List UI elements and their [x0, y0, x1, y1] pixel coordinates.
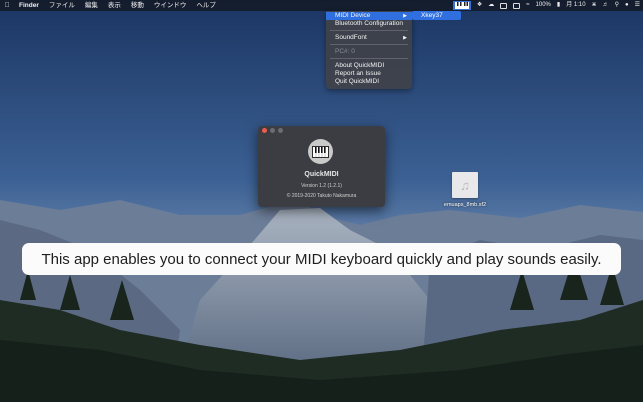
about-version: Version 1.2 (1.2.1)	[301, 183, 342, 189]
menu-item-about[interactable]: About QuickMIDI	[326, 62, 412, 70]
music-note-icon: ♫	[452, 172, 478, 198]
menu-edit[interactable]: 編集	[80, 0, 103, 11]
menu-item-soundfont[interactable]: SoundFont ▶	[326, 34, 412, 42]
user-icon[interactable]: ●	[622, 0, 632, 11]
window-icon[interactable]	[513, 2, 521, 9]
notification-center-icon[interactable]: ☰	[632, 0, 643, 11]
battery-label: 100%	[535, 2, 551, 8]
search-icon[interactable]: ⚲	[612, 0, 622, 11]
about-copyright: © 2019-2020 Takuto Nakamura	[286, 193, 357, 199]
menu-help[interactable]: ヘルプ	[191, 0, 221, 11]
menu-item-bluetooth-configuration[interactable]: Bluetooth Configuration	[326, 20, 412, 28]
quickmidi-menu: MIDI Device ▶ Bluetooth Configuration So…	[326, 11, 412, 89]
dropbox-icon[interactable]: ❖	[474, 0, 485, 11]
menu-view[interactable]: 表示	[103, 0, 126, 11]
volume-icon[interactable]: ♬	[600, 0, 612, 11]
menu-bar:  Finder ファイル 編集 表示 移動 ウインドウ ヘルプ ❖ ☁ ≈ 1…	[0, 0, 643, 11]
close-button[interactable]	[262, 128, 267, 133]
wifi-icon[interactable]: ≈	[523, 0, 532, 11]
desktop-file-soundfont[interactable]: ♫ emuaps_8mb.sf2	[440, 172, 490, 208]
status-area: ❖ ☁ ≈ 100% ▮ 月 1:10 ⋇ ♬ ⚲ ● ☰	[452, 0, 643, 11]
file-name-label: emuaps_8mb.sf2	[443, 202, 487, 208]
clock[interactable]: 月 1:10	[563, 0, 588, 11]
menu-item-quit[interactable]: Quit QuickMIDI	[326, 78, 412, 86]
menu-item-pc-number: PC#: 0	[335, 48, 355, 55]
menu-item-midi-device[interactable]: MIDI Device ▶	[326, 12, 412, 20]
menu-item-report-issue[interactable]: Report an Issue	[326, 70, 412, 78]
zoom-button[interactable]	[278, 128, 283, 133]
menu-file[interactable]: ファイル	[44, 0, 80, 11]
about-app-name: QuickMIDI	[304, 171, 339, 178]
submenu-item-xkey37[interactable]: Xkey37	[412, 11, 461, 20]
apple-icon[interactable]: 	[0, 0, 14, 11]
menu-go[interactable]: 移動	[126, 0, 149, 11]
battery-icon[interactable]: ▮	[554, 0, 563, 11]
screen-icon[interactable]	[500, 2, 508, 9]
menu-finder[interactable]: Finder	[14, 0, 44, 11]
menu-separator	[330, 44, 408, 45]
menu-separator	[330, 30, 408, 31]
quickmidi-piano-icon[interactable]	[452, 1, 471, 10]
piano-keyboard-icon	[308, 139, 333, 164]
title-bar	[258, 126, 385, 135]
minimize-button[interactable]	[270, 128, 275, 133]
about-window: QuickMIDI Version 1.2 (1.2.1) © 2019-202…	[258, 126, 385, 207]
bluetooth-icon[interactable]: ⋇	[589, 0, 600, 11]
menu-separator	[330, 58, 408, 59]
cloud-icon[interactable]: ☁	[485, 0, 497, 11]
menu-window[interactable]: ウインドウ	[149, 0, 192, 11]
promo-caption: This app enables you to connect your MID…	[22, 243, 621, 275]
submenu-arrow-icon: ▶	[403, 13, 407, 19]
submenu-arrow-icon: ▶	[403, 35, 407, 41]
